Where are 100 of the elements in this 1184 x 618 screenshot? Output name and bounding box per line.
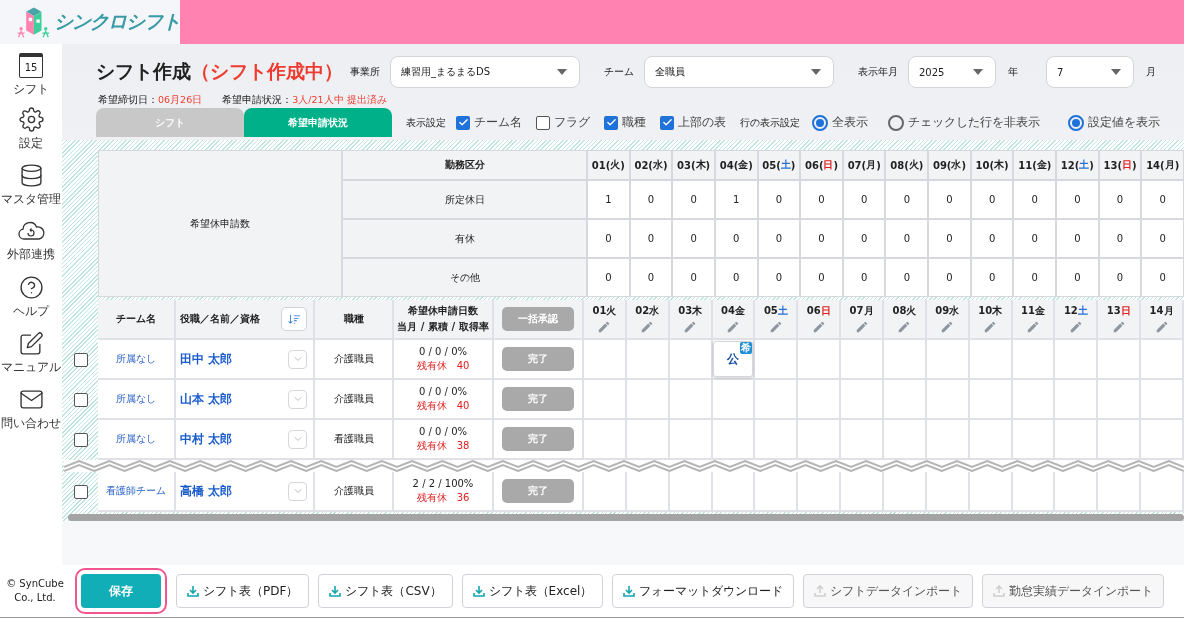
shift-cell[interactable] — [798, 340, 842, 380]
shift-cell[interactable] — [755, 340, 799, 380]
select-field[interactable]: 2025 — [908, 56, 996, 88]
shift-cell[interactable] — [669, 380, 713, 420]
shift-cell[interactable] — [712, 472, 756, 512]
staff-name[interactable]: 山本 太郎 — [180, 390, 233, 408]
pencil-icon[interactable] — [683, 320, 698, 334]
sort-button[interactable] — [281, 307, 307, 331]
scrollbar[interactable] — [68, 514, 1184, 521]
shift-cell[interactable] — [1141, 380, 1184, 420]
pencil-icon[interactable] — [640, 320, 655, 334]
sidebar-item[interactable]: 設定 — [19, 135, 43, 152]
shift-cell[interactable] — [1012, 340, 1056, 380]
shift-cell[interactable] — [841, 340, 884, 380]
shift-cell[interactable] — [584, 472, 627, 512]
export-button[interactable]: シフト表（Excel） — [461, 574, 604, 608]
row-checkbox[interactable] — [74, 353, 88, 367]
row-checkbox[interactable] — [74, 485, 88, 499]
shift-cell[interactable] — [884, 472, 927, 512]
shift-cell[interactable] — [626, 340, 670, 380]
pencil-icon[interactable] — [897, 320, 912, 334]
shift-cell[interactable] — [584, 340, 627, 380]
shift-cell[interactable] — [884, 380, 927, 420]
row-checkbox[interactable] — [74, 393, 88, 407]
shift-cell[interactable] — [884, 340, 927, 380]
shift-cell[interactable] — [1141, 420, 1184, 460]
staff-name[interactable]: 中村 太郎 — [180, 430, 233, 448]
expand-button[interactable] — [288, 429, 307, 449]
shift-cell[interactable] — [841, 420, 884, 460]
shift-cell[interactable] — [1098, 420, 1142, 460]
shift-cell[interactable] — [1012, 472, 1056, 512]
staff-name[interactable]: 田中 太郎 — [180, 350, 233, 368]
sidebar-item[interactable]: 外部連携 — [7, 246, 55, 263]
shift-cell[interactable] — [841, 472, 884, 512]
expand-button[interactable] — [288, 481, 307, 501]
team-cell[interactable]: 所属なし — [98, 340, 176, 380]
team-cell[interactable]: 所属なし — [98, 420, 176, 460]
pencil-icon[interactable] — [1026, 320, 1040, 334]
team-cell[interactable]: 看護師チーム — [98, 472, 176, 512]
shift-cell[interactable] — [1141, 472, 1184, 512]
shift-cell[interactable] — [841, 380, 884, 420]
pencil-icon[interactable] — [1111, 320, 1126, 334]
export-button[interactable]: シフト表（CSV） — [318, 574, 453, 608]
shift-cell[interactable] — [712, 380, 756, 420]
shift-cell[interactable] — [1098, 472, 1142, 512]
pencil-icon[interactable] — [726, 320, 740, 334]
pencil-icon[interactable] — [597, 320, 612, 334]
shift-cell[interactable] — [755, 472, 799, 512]
export-button[interactable]: シフト表（PDF） — [176, 574, 310, 608]
sidebar-item[interactable]: シフト — [13, 81, 49, 98]
radio-button[interactable] — [1068, 114, 1084, 131]
pencil-icon[interactable] — [811, 320, 826, 334]
shift-cell[interactable] — [1055, 420, 1099, 460]
shift-cell[interactable] — [884, 420, 927, 460]
row-checkbox[interactable] — [74, 433, 88, 447]
pencil-icon[interactable] — [1154, 320, 1169, 334]
shift-cell[interactable] — [1055, 472, 1099, 512]
checkbox[interactable] — [604, 115, 618, 130]
shift-cell[interactable] — [926, 420, 970, 460]
sidebar-item[interactable]: 問い合わせ — [1, 415, 61, 432]
shift-cell[interactable] — [626, 420, 670, 460]
shift-cell[interactable] — [669, 472, 713, 512]
shift-cell[interactable] — [584, 380, 627, 420]
export-button[interactable]: フォーマットダウンロード — [612, 574, 795, 608]
checkbox[interactable] — [456, 115, 470, 130]
shift-cell[interactable] — [626, 380, 670, 420]
shift-cell[interactable] — [626, 472, 670, 512]
select-field[interactable]: 7 — [1046, 56, 1134, 88]
shift-cell[interactable] — [669, 420, 713, 460]
pencil-icon[interactable] — [1068, 320, 1083, 334]
pencil-icon[interactable] — [940, 320, 955, 334]
sidebar-item[interactable]: マスタ管理 — [1, 191, 61, 208]
shift-cell[interactable] — [969, 380, 1013, 420]
shift-cell[interactable] — [1055, 340, 1099, 380]
shift-cell[interactable] — [926, 340, 970, 380]
shift-cell[interactable] — [798, 472, 842, 512]
pencil-icon[interactable] — [854, 320, 869, 334]
select-field[interactable]: 全職員 — [644, 56, 834, 88]
shift-cell[interactable] — [969, 420, 1013, 460]
shift-cell[interactable] — [969, 340, 1013, 380]
checkbox[interactable] — [660, 115, 674, 130]
shift-cell[interactable] — [926, 472, 970, 512]
shift-cell[interactable] — [1055, 380, 1099, 420]
shift-cell[interactable] — [969, 472, 1013, 512]
shift-cell[interactable] — [584, 420, 627, 460]
shift-cell[interactable] — [1012, 420, 1056, 460]
team-cell[interactable]: 所属なし — [98, 380, 176, 420]
select-field[interactable]: 練習用_まるまるDS — [390, 56, 580, 88]
radio-button[interactable] — [812, 114, 828, 131]
pencil-icon[interactable] — [768, 320, 783, 334]
shift-cell[interactable] — [712, 420, 756, 460]
shift-cell[interactable] — [798, 380, 842, 420]
shift-cell[interactable] — [926, 380, 970, 420]
checkbox[interactable] — [536, 115, 550, 130]
shift-cell[interactable] — [1141, 340, 1184, 380]
shift-cell[interactable] — [755, 380, 799, 420]
shift-cell[interactable] — [669, 340, 713, 380]
expand-button[interactable] — [288, 389, 307, 409]
shift-cell[interactable] — [1012, 380, 1056, 420]
expand-button[interactable] — [288, 349, 307, 369]
